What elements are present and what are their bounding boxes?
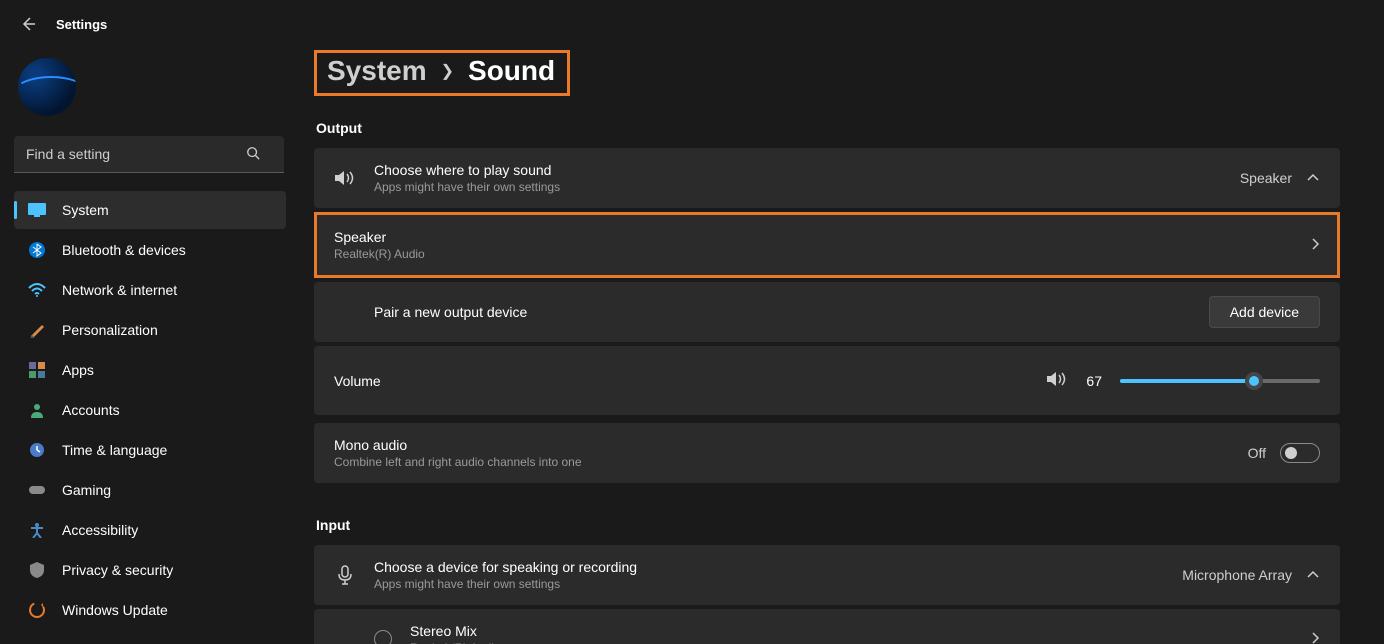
shield-icon xyxy=(28,561,46,579)
search-input[interactable] xyxy=(14,136,284,173)
apps-icon xyxy=(28,361,46,379)
output-choose-card[interactable]: Choose where to play sound Apps might ha… xyxy=(314,148,1340,208)
radio-icon[interactable] xyxy=(374,630,392,644)
pair-output-card: Pair a new output device Add device xyxy=(314,282,1340,342)
chevron-right-icon: ❯ xyxy=(441,61,454,81)
sidebar-item-label: Privacy & security xyxy=(62,562,173,578)
volume-card: Volume 67 xyxy=(314,346,1340,415)
card-sub: Apps might have their own settings xyxy=(374,577,1164,591)
update-icon xyxy=(28,601,46,619)
volume-slider[interactable] xyxy=(1120,379,1320,383)
card-title: Choose where to play sound xyxy=(374,162,1222,178)
sidebar-item-update[interactable]: Windows Update xyxy=(14,591,286,629)
sidebar-item-network[interactable]: Network & internet xyxy=(14,271,286,309)
sidebar-item-personalization[interactable]: Personalization xyxy=(14,311,286,349)
microphone-icon xyxy=(334,565,356,585)
card-title: Choose a device for speaking or recordin… xyxy=(374,559,1164,575)
card-title: Speaker xyxy=(334,229,1292,245)
sidebar-item-label: Time & language xyxy=(62,442,167,458)
sidebar-item-label: Windows Update xyxy=(62,602,168,618)
sidebar-item-label: Bluetooth & devices xyxy=(62,242,186,258)
bluetooth-icon xyxy=(28,241,46,259)
app-title: Settings xyxy=(56,17,107,32)
sidebar-item-system[interactable]: System xyxy=(14,191,286,229)
sidebar-item-label: Personalization xyxy=(62,322,158,338)
back-icon[interactable] xyxy=(20,16,36,32)
volume-value: 67 xyxy=(1086,373,1102,389)
sidebar-item-accessibility[interactable]: Accessibility xyxy=(14,511,286,549)
mono-toggle[interactable] xyxy=(1280,443,1320,463)
section-input-heading: Input xyxy=(316,517,1340,533)
mono-state: Off xyxy=(1248,445,1266,461)
mono-audio-card: Mono audio Combine left and right audio … xyxy=(314,423,1340,483)
wifi-icon xyxy=(28,281,46,299)
breadcrumb-parent[interactable]: System xyxy=(327,55,427,87)
sidebar-item-label: Apps xyxy=(62,362,94,378)
output-speaker-card[interactable]: Speaker Realtek(R) Audio xyxy=(314,212,1340,278)
input-choose-value: Microphone Array xyxy=(1182,567,1292,583)
display-icon xyxy=(28,201,46,219)
avatar[interactable] xyxy=(18,58,76,116)
search-icon xyxy=(246,146,260,163)
sidebar-item-time[interactable]: Time & language xyxy=(14,431,286,469)
gamepad-icon xyxy=(28,481,46,499)
sidebar-item-label: Gaming xyxy=(62,482,111,498)
add-device-button[interactable]: Add device xyxy=(1209,296,1320,328)
card-sub: Apps might have their own settings xyxy=(374,180,1222,194)
clock-icon xyxy=(28,441,46,459)
search-container xyxy=(14,136,286,173)
sidebar-item-gaming[interactable]: Gaming xyxy=(14,471,286,509)
speaker-icon xyxy=(334,169,356,187)
card-title: Pair a new output device xyxy=(374,304,1191,320)
sidebar-item-accounts[interactable]: Accounts xyxy=(14,391,286,429)
person-icon xyxy=(28,401,46,419)
chevron-right-icon xyxy=(1310,631,1320,644)
breadcrumb-current: Sound xyxy=(468,55,555,87)
chevron-up-icon xyxy=(1306,170,1320,186)
card-title: Stereo Mix xyxy=(410,623,1292,639)
speaker-icon[interactable] xyxy=(1046,370,1068,391)
section-output-heading: Output xyxy=(316,120,1340,136)
sidebar-item-label: System xyxy=(62,202,109,218)
output-choose-value: Speaker xyxy=(1240,170,1292,186)
sidebar-item-apps[interactable]: Apps xyxy=(14,351,286,389)
chevron-up-icon xyxy=(1306,567,1320,583)
input-stereo-card[interactable]: Stereo Mix Realtek(R) Audio xyxy=(314,609,1340,644)
breadcrumb: System ❯ Sound xyxy=(314,50,570,96)
sidebar-item-label: Accessibility xyxy=(62,522,138,538)
card-sub: Combine left and right audio channels in… xyxy=(334,455,1230,469)
chevron-right-icon xyxy=(1310,237,1320,254)
card-title: Mono audio xyxy=(334,437,1230,453)
card-sub: Realtek(R) Audio xyxy=(334,247,1292,261)
volume-label: Volume xyxy=(334,373,1028,389)
brush-icon xyxy=(28,321,46,339)
sidebar-item-label: Accounts xyxy=(62,402,120,418)
sidebar-item-privacy[interactable]: Privacy & security xyxy=(14,551,286,589)
sidebar-item-bluetooth[interactable]: Bluetooth & devices xyxy=(14,231,286,269)
accessibility-icon xyxy=(28,521,46,539)
sidebar-item-label: Network & internet xyxy=(62,282,177,298)
input-choose-card[interactable]: Choose a device for speaking or recordin… xyxy=(314,545,1340,605)
